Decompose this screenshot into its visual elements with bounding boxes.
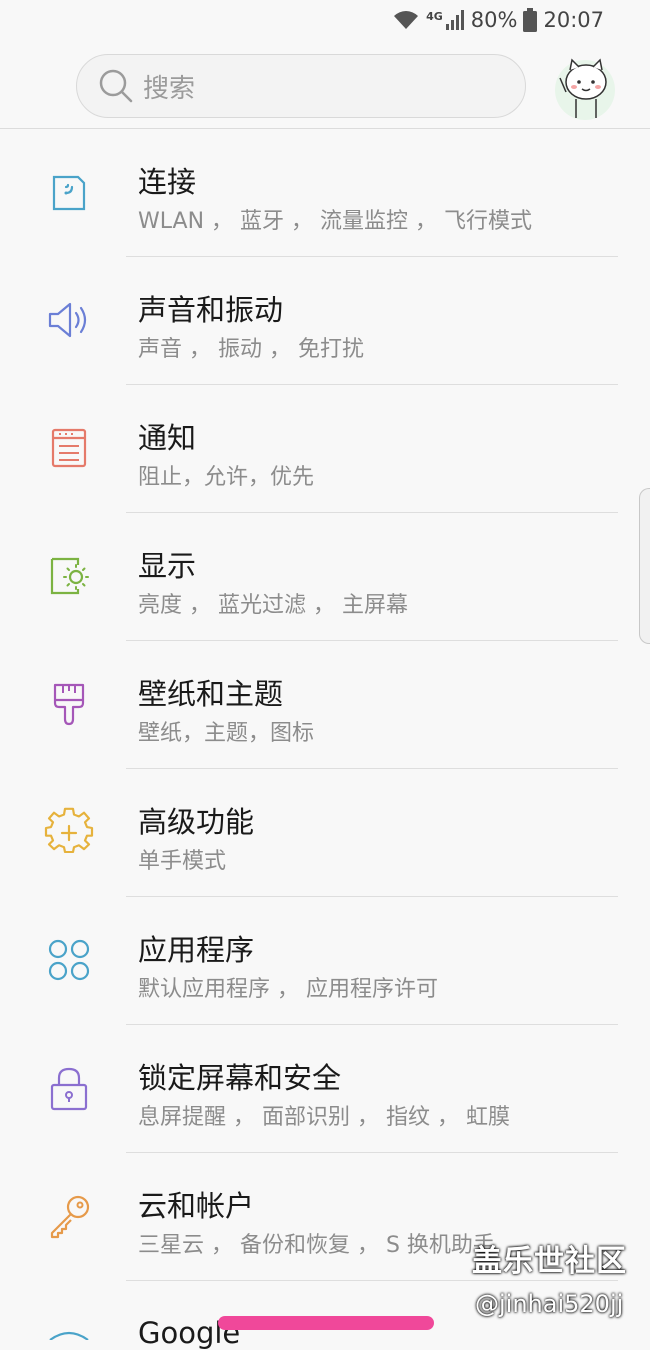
item-subtitle: 单手模式 [138,849,227,874]
settings-item-connections[interactable]: 连接 WLAN ， 蓝牙 ， 流量监控 ， 飞行模式 [0,129,650,257]
item-title: 应用程序 [138,933,255,967]
signal-icon [445,10,464,30]
display-brightness-icon [50,557,89,595]
settings-item-sound[interactable]: 声音和振动 声音 ， 振动 ， 免打扰 [0,257,650,385]
battery-percent: 80% [470,8,518,32]
item-subtitle: 三星云 ， 备份和恢复 ， S 换机助手 [138,1233,495,1258]
apps-grid-icon [48,939,90,981]
settings-item-advanced-features[interactable]: 高级功能 单手模式 [0,769,650,897]
clock: 20:07 [543,8,604,32]
settings-item-wallpapers-themes[interactable]: 壁纸和主题 壁纸，主题，图标 [0,641,650,769]
settings-item-display[interactable]: 显示 亮度 ， 蓝光过滤 ， 主屏幕 [0,513,650,641]
connection-icon [52,175,86,211]
network-type-label: 4G [426,9,443,23]
gear-plus-icon [44,807,94,854]
avatar[interactable] [552,52,618,122]
item-title: 通知 [138,421,197,455]
search-placeholder: 搜索 [143,73,196,104]
settings-list: 连接 WLAN ， 蓝牙 ， 流量监控 ， 飞行模式 声音和振动 声音 ， 振动… [0,129,650,1281]
item-subtitle: 息屏提醒 ， 面部识别 ， 指纹 ， 虹膜 [138,1105,510,1130]
speaker-icon [48,302,87,338]
paintbrush-icon [53,683,85,726]
search-bar[interactable]: 搜索 [76,54,526,118]
divider [126,1280,618,1281]
lock-icon [50,1067,88,1111]
watermark-user: @jinhai520jj [475,1290,624,1318]
item-subtitle: 声音 ， 振动 ， 免打扰 [138,337,364,362]
google-icon [49,1331,89,1340]
status-icons: 4G 80% 20:07 [392,8,604,32]
item-title: 壁纸和主题 [138,677,284,711]
item-title: 显示 [138,549,197,583]
item-title: 锁定屏幕和安全 [138,1061,342,1095]
settings-item-apps[interactable]: 应用程序 默认应用程序 ， 应用程序许可 [0,897,650,1025]
item-subtitle: WLAN ， 蓝牙 ， 流量监控 ， 飞行模式 [138,209,532,234]
wifi-icon [394,11,419,29]
header: 搜索 [0,44,650,129]
settings-item-lock-screen-security[interactable]: 锁定屏幕和安全 息屏提醒 ， 面部识别 ， 指纹 ， 虹膜 [0,1025,650,1153]
search-icon [99,69,133,103]
battery-icon [523,8,538,32]
watermark-community: 盖乐世社区 [472,1244,627,1279]
item-subtitle: 亮度 ， 蓝光过滤 ， 主屏幕 [138,593,408,618]
item-title: 云和帐户 [138,1189,255,1223]
item-subtitle: 默认应用程序 ， 应用程序许可 [138,977,438,1002]
cartoon-cat-avatar-icon [555,58,615,120]
home-indicator-bar[interactable] [218,1316,434,1330]
key-icon [50,1195,90,1239]
item-title: 高级功能 [138,805,255,839]
status-bar: 4G 80% 20:07 [0,0,650,44]
notification-icon [51,428,87,468]
scroll-handle[interactable] [639,488,650,644]
settings-item-notifications[interactable]: 通知 阻止，允许，优先 [0,385,650,513]
item-subtitle: 阻止，允许，优先 [138,465,315,490]
item-subtitle: 壁纸，主题，图标 [138,721,315,746]
item-title: 连接 [138,165,197,199]
item-title: 声音和振动 [138,293,284,327]
